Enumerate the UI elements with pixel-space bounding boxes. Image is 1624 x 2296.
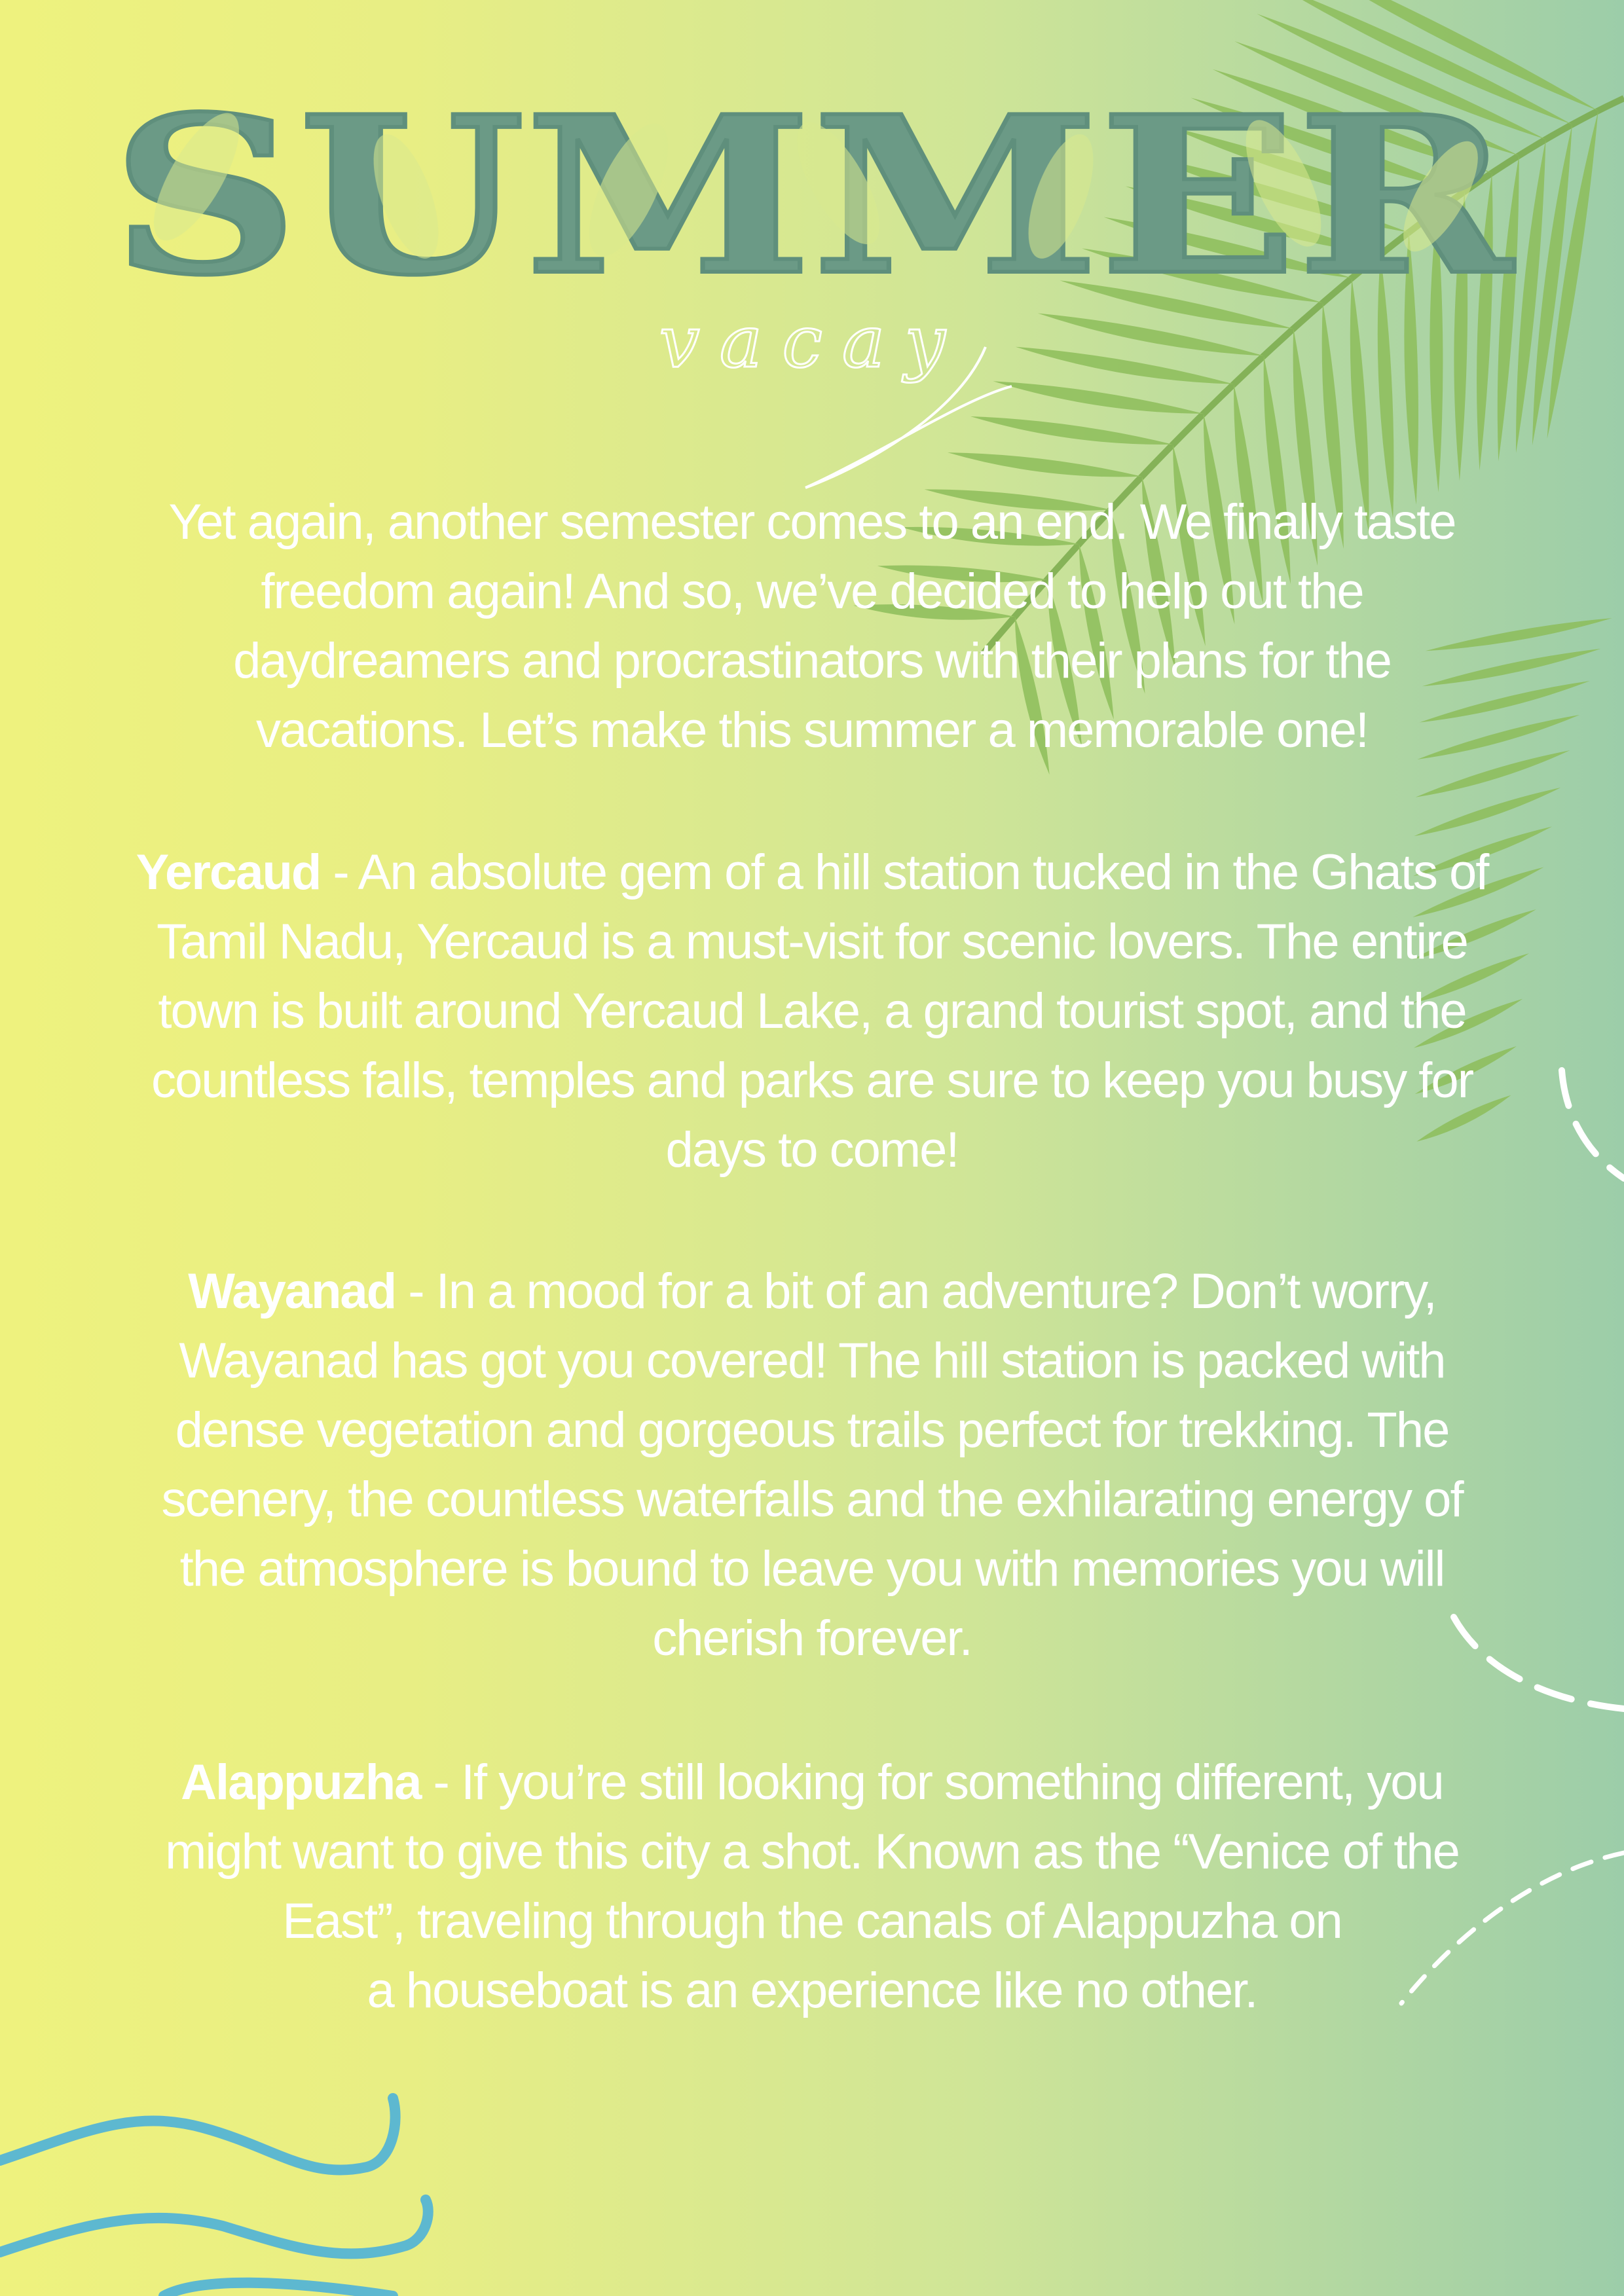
destination-alappuzha: Alappuzha - If you’re still looking for … [59,1748,1565,2026]
destination-line: dense vegetation and gorgeous trails per… [175,1402,1450,1458]
destination-text: - If you’re still looking for something … [420,1755,1445,1810]
destination-line: cherish forever. [652,1611,973,1666]
destination-line: East”, traveling through the canals of A… [282,1893,1343,1949]
intro-line: freedom again! And so, we’ve decided to … [261,564,1364,619]
destination-line: countless falls, temples and parks are s… [151,1053,1474,1108]
wave-decoration-edge [158,2277,398,2296]
intro-paragraph: Yet again, another semester comes to an … [59,488,1565,765]
dashed-curve-top [1559,1067,1624,1182]
destination-line: Wayanad has got you covered! The hill st… [179,1333,1446,1389]
intro-line: vacations. Let’s make this summer a memo… [255,702,1369,758]
destination-first-line: Yercaud - An absolute gem of a hill stat… [59,838,1565,907]
destination-line: days to come! [665,1122,959,1178]
destination-line: a houseboat is an experience like no oth… [367,1963,1258,2018]
destination-name: Wayanad [188,1264,397,1319]
destination-name: Alappuzha [181,1755,422,1810]
intro-line: daydreamers and procrastinators with the… [233,633,1392,689]
destination-name: Yercaud [136,845,322,900]
destination-first-line: Wayanad - In a mood for a bit of an adve… [59,1257,1565,1326]
destination-yercaud: Yercaud - An absolute gem of a hill stat… [59,838,1565,1185]
destination-line: town is built around Yercaud Lake, a gra… [158,983,1467,1039]
wave-decoration-bottom [0,2195,434,2259]
destination-first-line: Alappuzha - If you’re still looking for … [59,1748,1565,1817]
destination-line: the atmosphere is bound to leave you wit… [179,1541,1446,1597]
destination-wayanad: Wayanad - In a mood for a bit of an adve… [59,1257,1565,1673]
destination-line: scenery, the countless waterfalls and th… [161,1472,1464,1527]
intro-line: Yet again, another semester comes to an … [168,494,1457,550]
poster: SUMMER vacay Yet again, another semester… [0,0,1624,2296]
destination-line: might want to give this city a shot. Kno… [165,1824,1460,1880]
destination-text: - An absolute gem of a hill station tuck… [320,845,1489,900]
destination-line: Tamil Nadu, Yercaud is a must-visit for … [157,914,1469,970]
wave-decoration-top [0,2093,401,2176]
destination-text: - In a mood for a bit of an adventure? D… [396,1264,1437,1319]
